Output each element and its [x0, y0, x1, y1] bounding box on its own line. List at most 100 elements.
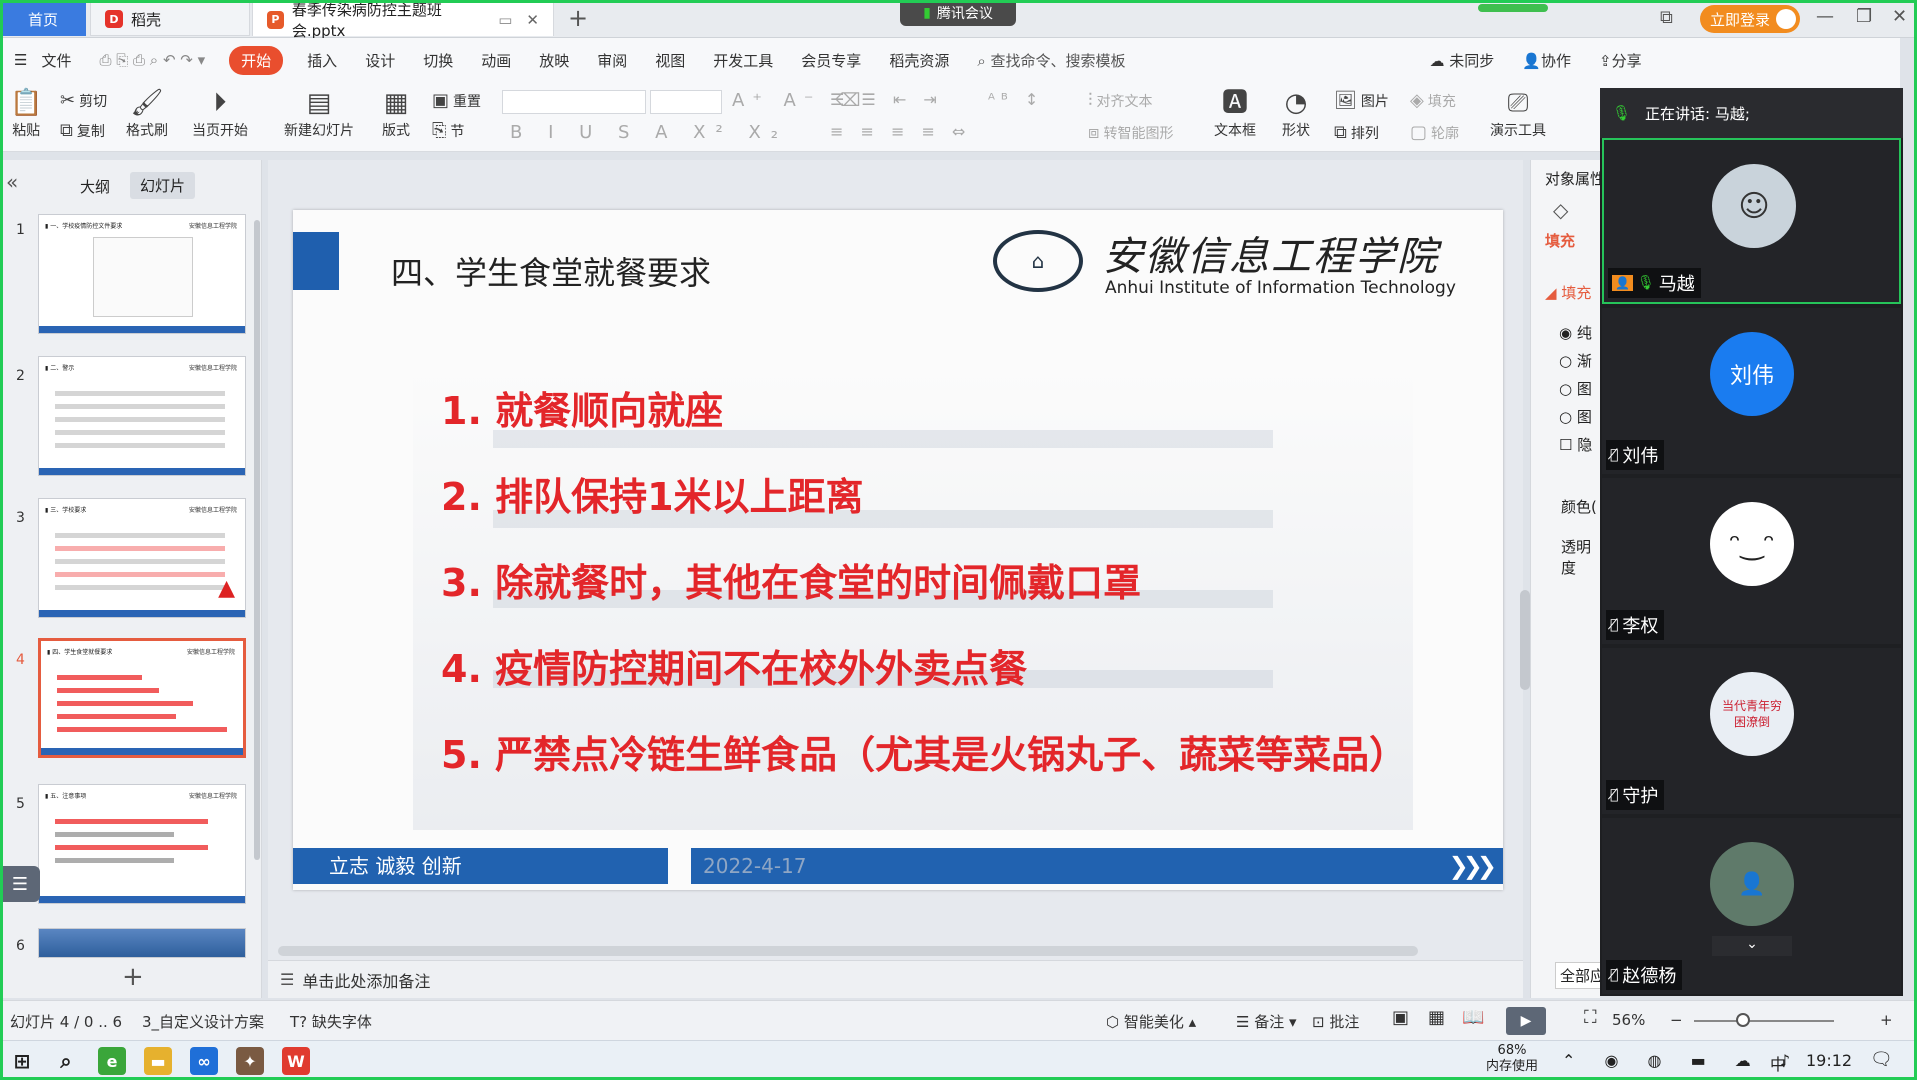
list-icons[interactable]: ☰ ☰ ⇤ ⇥: [830, 90, 943, 109]
slide-thumbnail-6[interactable]: [38, 928, 246, 958]
meeting-badge[interactable]: ▮ 腾讯会议: [900, 0, 1016, 26]
restore-tab-icon[interactable]: ▭: [498, 11, 512, 29]
slide-thumbnail-2[interactable]: ▮ 二、警示 安徽信息工程学院: [38, 356, 246, 476]
normal-view-icon[interactable]: ▣: [1392, 1007, 1409, 1028]
ime-indicator[interactable]: 中: [1770, 1051, 1786, 1075]
align-icons[interactable]: ≡ ≡ ≡ ≡ ⇔: [830, 122, 971, 141]
menu-view[interactable]: 视图: [655, 50, 685, 71]
horizontal-scrollbar[interactable]: [278, 946, 1418, 956]
zoom-slider[interactable]: [1694, 1020, 1834, 1022]
browser-icon[interactable]: e: [98, 1047, 126, 1075]
slide-bullet-4[interactable]: 4. 疫情防控期间不在校外外卖点餐: [441, 638, 1027, 693]
minimize-icon[interactable]: —: [1816, 6, 1834, 27]
notes-toggle[interactable]: ☰ 备注 ▾: [1236, 1011, 1297, 1032]
windows-start-icon[interactable]: ⊞: [8, 1047, 36, 1075]
file-explorer-icon[interactable]: ▬: [144, 1047, 172, 1075]
hide-background-checkbox[interactable]: ☐ 隐: [1559, 434, 1592, 455]
menu-daoke-resources[interactable]: 稻壳资源: [889, 50, 949, 71]
taskbar-search-icon[interactable]: ⌕: [52, 1047, 80, 1075]
zoom-level[interactable]: 56%: [1612, 1011, 1645, 1029]
section-button[interactable]: ⎘ 节: [432, 120, 464, 141]
share-button[interactable]: ⇪分享: [1599, 50, 1642, 71]
copy-button[interactable]: ⧉ 复制: [60, 120, 105, 141]
app-icon[interactable]: ✦: [236, 1047, 264, 1075]
zoom-out-icon[interactable]: −: [1670, 1011, 1683, 1029]
text-format-icons[interactable]: B I U S A X² X₂: [510, 122, 788, 143]
picture-button[interactable]: 🖼 图片: [1334, 90, 1389, 111]
paste-button[interactable]: 📋 粘贴: [10, 86, 42, 140]
menu-start[interactable]: 开始: [229, 45, 284, 75]
fill-section-header[interactable]: ◢ 填充: [1545, 282, 1591, 303]
fill-option-pattern[interactable]: ○ 图: [1559, 406, 1592, 427]
slide-title[interactable]: 四、学生食堂就餐要求: [391, 248, 711, 294]
fill-option-gradient[interactable]: ○ 渐: [1559, 350, 1592, 371]
vertical-scrollbar[interactable]: [1520, 590, 1530, 690]
command-search[interactable]: ⌕ 查找命令、搜索模板: [977, 50, 1125, 71]
list-view-icon[interactable]: ☰: [0, 866, 40, 902]
fill-option-solid[interactable]: ◉ 纯: [1559, 322, 1592, 343]
slide-bullet-2[interactable]: 2. 排队保持1米以上距离: [441, 466, 864, 521]
font-name-select[interactable]: [502, 90, 646, 114]
hamburger-icon[interactable]: ☰: [14, 51, 27, 69]
play-slideshow-icon[interactable]: ▶: [1506, 1007, 1546, 1035]
present-tools-button[interactable]: ⎚ 演示工具: [1490, 86, 1546, 140]
notes-pane[interactable]: ☰ 单击此处添加备注: [268, 960, 1523, 998]
reset-button[interactable]: ▣ 重置: [432, 90, 481, 111]
sync-button[interactable]: ☁ 未同步: [1430, 50, 1495, 71]
participant-tile[interactable]: 当代青年穷困潦倒 🎙̸ 守护: [1602, 648, 1901, 814]
collapse-panel-icon[interactable]: «: [6, 170, 18, 194]
arrange-button[interactable]: ⧉ 排列: [1334, 122, 1379, 143]
notification-icon[interactable]: 🗨: [1870, 1049, 1893, 1070]
shape-button[interactable]: ◔ 形状: [1282, 86, 1310, 140]
theme-name[interactable]: 3_自定义设计方案: [142, 1011, 264, 1032]
menu-transition[interactable]: 切换: [423, 50, 453, 71]
menu-file[interactable]: 文件: [41, 50, 71, 71]
add-slide-button[interactable]: +: [122, 962, 144, 992]
menu-design[interactable]: 设计: [365, 50, 395, 71]
textbox-button[interactable]: 🅰 文本框: [1214, 86, 1256, 140]
new-slide-button[interactable]: ▤ 新建幻灯片: [284, 86, 354, 140]
slide-bullet-3[interactable]: 3. 除就餐时，其他在食堂的时间佩戴口罩: [441, 552, 1141, 607]
menu-animation[interactable]: 动画: [481, 50, 511, 71]
smart-art-button[interactable]: ⧈ 转智能图形: [1088, 122, 1173, 143]
align-text-button[interactable]: ⫶ 对齐文本: [1088, 90, 1153, 111]
collab-button[interactable]: 👤协作: [1522, 50, 1571, 71]
login-button[interactable]: 立即登录: [1700, 5, 1800, 33]
outline-tab[interactable]: 大纲: [80, 176, 110, 197]
tab-document[interactable]: P 春季传染病防控主题班会.pptx ▭ ✕: [252, 1, 554, 40]
menu-insert[interactable]: 插入: [307, 50, 337, 71]
tencent-meeting-icon[interactable]: ∞: [190, 1047, 218, 1075]
slide-bullet-1[interactable]: 1. 就餐顺向就座: [441, 380, 723, 435]
maximize-icon[interactable]: ❐: [1856, 6, 1872, 27]
new-tab-button[interactable]: +: [568, 4, 588, 32]
expand-down-icon[interactable]: ⌄: [1712, 936, 1792, 956]
wps-icon[interactable]: W: [282, 1047, 310, 1075]
direction-icons[interactable]: ᴬᴮ ↕: [988, 90, 1044, 109]
slides-tab[interactable]: 幻灯片: [130, 172, 196, 199]
format-brush-button[interactable]: 🖌 格式刷: [126, 86, 168, 140]
play-from-current-button[interactable]: ⏵ 当页开始: [192, 86, 248, 140]
quick-access-icons[interactable]: ⎙ ⎘ ⎙ ⌕ ↶ ↷ ▾: [99, 51, 205, 69]
sorter-view-icon[interactable]: ▦: [1428, 1007, 1445, 1028]
clock[interactable]: 19:12: [1806, 1051, 1852, 1070]
slide-bullet-5[interactable]: 5. 严禁点冷链生鲜食品（尤其是火锅丸子、蔬菜等菜品）: [441, 724, 1407, 779]
outline-button[interactable]: ▢ 轮廓: [1410, 122, 1459, 143]
fill-option-picture[interactable]: ○ 图: [1559, 378, 1592, 399]
slide-thumbnail-1[interactable]: ▮ 一、学校疫情防控文件要求 安徽信息工程学院: [38, 214, 246, 334]
reading-view-icon[interactable]: 📖: [1462, 1007, 1484, 1028]
close-window-icon[interactable]: ✕: [1892, 6, 1907, 27]
tab-home[interactable]: 首页: [0, 2, 86, 36]
comment-button[interactable]: ⊡ 批注: [1312, 1011, 1359, 1032]
beautify-button[interactable]: ⬡ 智能美化 ▴: [1106, 1011, 1196, 1032]
fill-shape-icon[interactable]: ◇: [1553, 198, 1568, 222]
slide-thumbnail-4[interactable]: ▮ 四、学生食堂就餐要求 安徽信息工程学院: [38, 638, 246, 758]
font-size-select[interactable]: [650, 90, 722, 114]
tray-icons[interactable]: ⌃ ◉ ◍ ▬ ☁ ♪: [1562, 1051, 1802, 1070]
participant-tile[interactable]: 👤 ⌄ 🎙̸ 赵德杨: [1602, 818, 1901, 994]
slide-thumbnail-5[interactable]: ▮ 五、注意事项 安徽信息工程学院: [38, 784, 246, 904]
zoom-in-icon[interactable]: +: [1880, 1011, 1893, 1029]
thumbnail-scrollbar[interactable]: [254, 220, 260, 860]
participant-tile[interactable]: ☺ 👤 🎙 马越: [1602, 138, 1901, 304]
close-tab-icon[interactable]: ✕: [526, 11, 539, 29]
fill-button[interactable]: ◈ 填充: [1410, 90, 1456, 111]
